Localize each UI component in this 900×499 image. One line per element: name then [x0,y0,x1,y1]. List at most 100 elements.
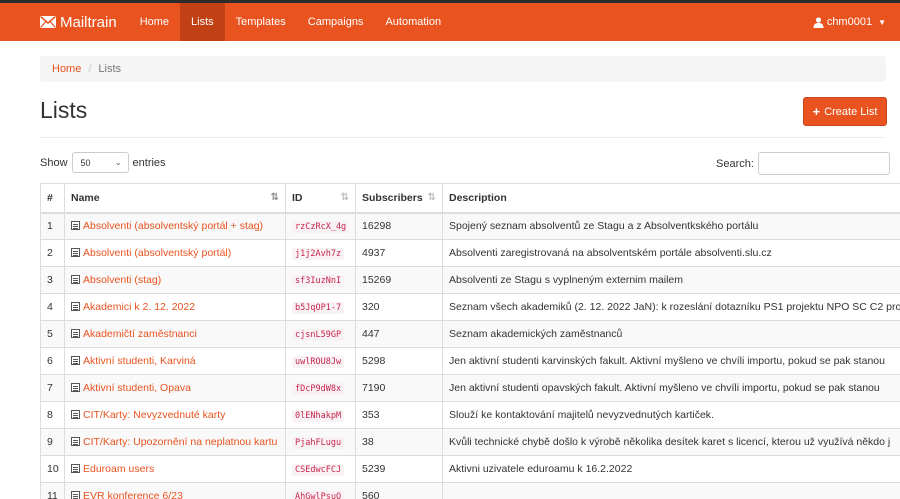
list-icon [71,383,80,392]
list-name-link[interactable]: Absolventi (absolventský portál) [83,247,231,259]
row-name-cell: Akademici k 2. 12. 2022 [64,293,286,321]
row-description: Jen aktivní studenti opavských fakult. A… [442,374,900,402]
lists-table-wrapper: # Name ⇅ ID ⇅ Subscribers ⇅ Description 1 Ab… [40,183,900,499]
page-length-select[interactable]: 50 ⌄ [71,152,129,173]
list-id: PjahFLugu [292,437,345,449]
breadcrumb: Home / Lists [40,56,886,82]
table-row: 9 CIT/Karty: Upozornění na neplatnou kart… [40,428,900,456]
row-description: Jen aktivní studenti karvinských fakult.… [442,347,900,375]
user-icon [813,16,824,28]
list-name-link[interactable]: CIT/Karty: Nevyzvednuté karty [83,409,225,421]
table-row: 6 Aktivní studenti, Karviná uwlROU8Jw 5298 J… [40,347,900,375]
row-id-cell: b5JqOP1-7 [285,293,356,321]
list-name-link[interactable]: EVR konference 6/23 [83,490,183,499]
row-subscribers: 16298 [355,212,443,240]
create-list-button[interactable]: + Create List [803,97,887,126]
entries-label: entries [132,156,166,169]
list-icon [71,410,80,419]
row-subscribers: 320 [355,293,443,321]
list-icon [71,275,80,284]
nav-campaigns[interactable]: Campaigns [297,3,375,41]
nav-lists[interactable]: Lists [180,3,225,41]
row-id-cell: CSEdwcFCJ [285,455,356,483]
row-number: 4 [40,293,65,321]
row-number: 5 [40,320,65,348]
row-id-cell: AhGwlPsuQ [285,482,356,499]
table-row: 2 Absolventi (absolventský portál) j1j2Avh… [40,239,900,267]
row-number: 11 [40,482,65,499]
envelope-icon [40,16,56,28]
row-name-cell: CIT/Karty: Nevyzvednuté karty [64,401,286,429]
column-header-subscribers[interactable]: Subscribers ⇅ [355,183,443,214]
list-name-link[interactable]: CIT/Karty: Upozornění na neplatnou kartu [83,436,277,448]
title-divider [40,137,886,138]
row-subscribers: 353 [355,401,443,429]
table-row: 10 Eduroam users CSEdwcFCJ 5239 Aktivni uziv… [40,455,900,483]
row-number: 3 [40,266,65,294]
row-description: Absolventi zaregistrovaná na absolventsk… [442,239,900,267]
table-row: 8 CIT/Karty: Nevyzvednuté karty 0lENhakpM 3… [40,401,900,429]
list-icon [71,221,80,231]
list-id: cjsnL59GP [292,329,345,341]
brand[interactable]: Mailtrain [0,3,129,41]
row-id-cell: j1j2Avh7z [285,239,356,267]
search-input[interactable] [757,152,890,175]
list-icon [71,329,80,338]
row-id-cell: cjsnL59GP [285,320,356,348]
row-name-cell: Absolventi (absolventský portál + stag) [64,212,286,240]
table-row: 1 Absolventi (absolventský portál + stag)… [40,212,900,240]
row-number: 8 [40,401,65,429]
list-id: uwlROU8Jw [292,356,345,368]
list-name-link[interactable]: Akademici k 2. 12. 2022 [83,301,195,313]
row-name-cell: Aktivní studenti, Opava [64,374,286,402]
column-header-name[interactable]: Name ⇅ [64,183,286,214]
list-id: j1j2Avh7z [292,248,345,260]
page-length-value: 50 [80,157,91,168]
list-name-link[interactable]: Absolventi (absolventský portál + stag) [83,220,263,232]
breadcrumb-home[interactable]: Home [52,63,81,75]
row-name-cell: CIT/Karty: Upozornění na neplatnou kartu [64,428,286,456]
show-label: Show [40,156,68,169]
search-control: Search: [716,152,890,175]
row-id-cell: PjahFLugu [285,428,356,456]
list-id: rzCzRcX_4g [292,221,350,234]
caret-down-icon: ▼ [878,17,886,27]
row-id-cell: rzCzRcX_4g [285,212,356,240]
user-menu[interactable]: chm0001 ▼ [813,3,900,41]
list-name-link[interactable]: Absolventi (stag) [83,274,161,286]
sort-icon: ⇅ [340,192,349,203]
plus-icon: + [812,104,821,119]
list-icon [71,437,80,446]
row-description: Absolventi ze Stagu s vyplneným externim… [442,266,900,294]
search-label: Search: [716,157,754,170]
row-subscribers: 4937 [355,239,443,267]
create-list-label: Create List [824,105,878,118]
list-name-link[interactable]: Eduroam users [83,463,154,475]
row-description: Slouží ke kontaktování majitelů nevyzved… [442,401,900,429]
row-description: Aktivni uzivatele eduroamu k 16.2.2022 [442,455,900,483]
column-header-id[interactable]: ID ⇅ [285,183,356,214]
list-icon [71,464,80,473]
row-name-cell: Absolventi (stag) [64,266,286,294]
list-id: sf3IuzNnI [292,275,345,287]
row-subscribers: 447 [355,320,443,348]
chevron-down-icon: ⌄ [114,158,122,167]
table-header-row: # Name ⇅ ID ⇅ Subscribers ⇅ Description [40,183,900,214]
brand-name: Mailtrain [60,13,117,31]
nav-templates[interactable]: Templates [225,3,297,41]
list-name-link[interactable]: Aktivní studenti, Opava [83,382,191,394]
navbar: Mailtrain Home Lists Templates Campaigns… [0,3,900,41]
row-description: Kvůli technické chybě došlo k výrobě něk… [442,428,900,456]
row-name-cell: EVR konference 6/23 [64,482,286,499]
nav-automation[interactable]: Automation [374,3,452,41]
table-row: 7 Aktivní studenti, Opava fDcP9dW8x 7190 Jen… [40,374,900,402]
row-number: 10 [40,455,65,483]
table-row: 11 EVR konference 6/23 AhGwlPsuQ 560 [40,482,900,499]
row-subscribers: 7190 [355,374,443,402]
row-id-cell: fDcP9dW8x [285,374,356,402]
nav-home[interactable]: Home [129,3,180,41]
list-name-link[interactable]: Aktivní studenti, Karviná [83,355,196,367]
list-name-link[interactable]: Akademičtí zaměstnanci [83,328,197,340]
list-icon [71,248,80,257]
